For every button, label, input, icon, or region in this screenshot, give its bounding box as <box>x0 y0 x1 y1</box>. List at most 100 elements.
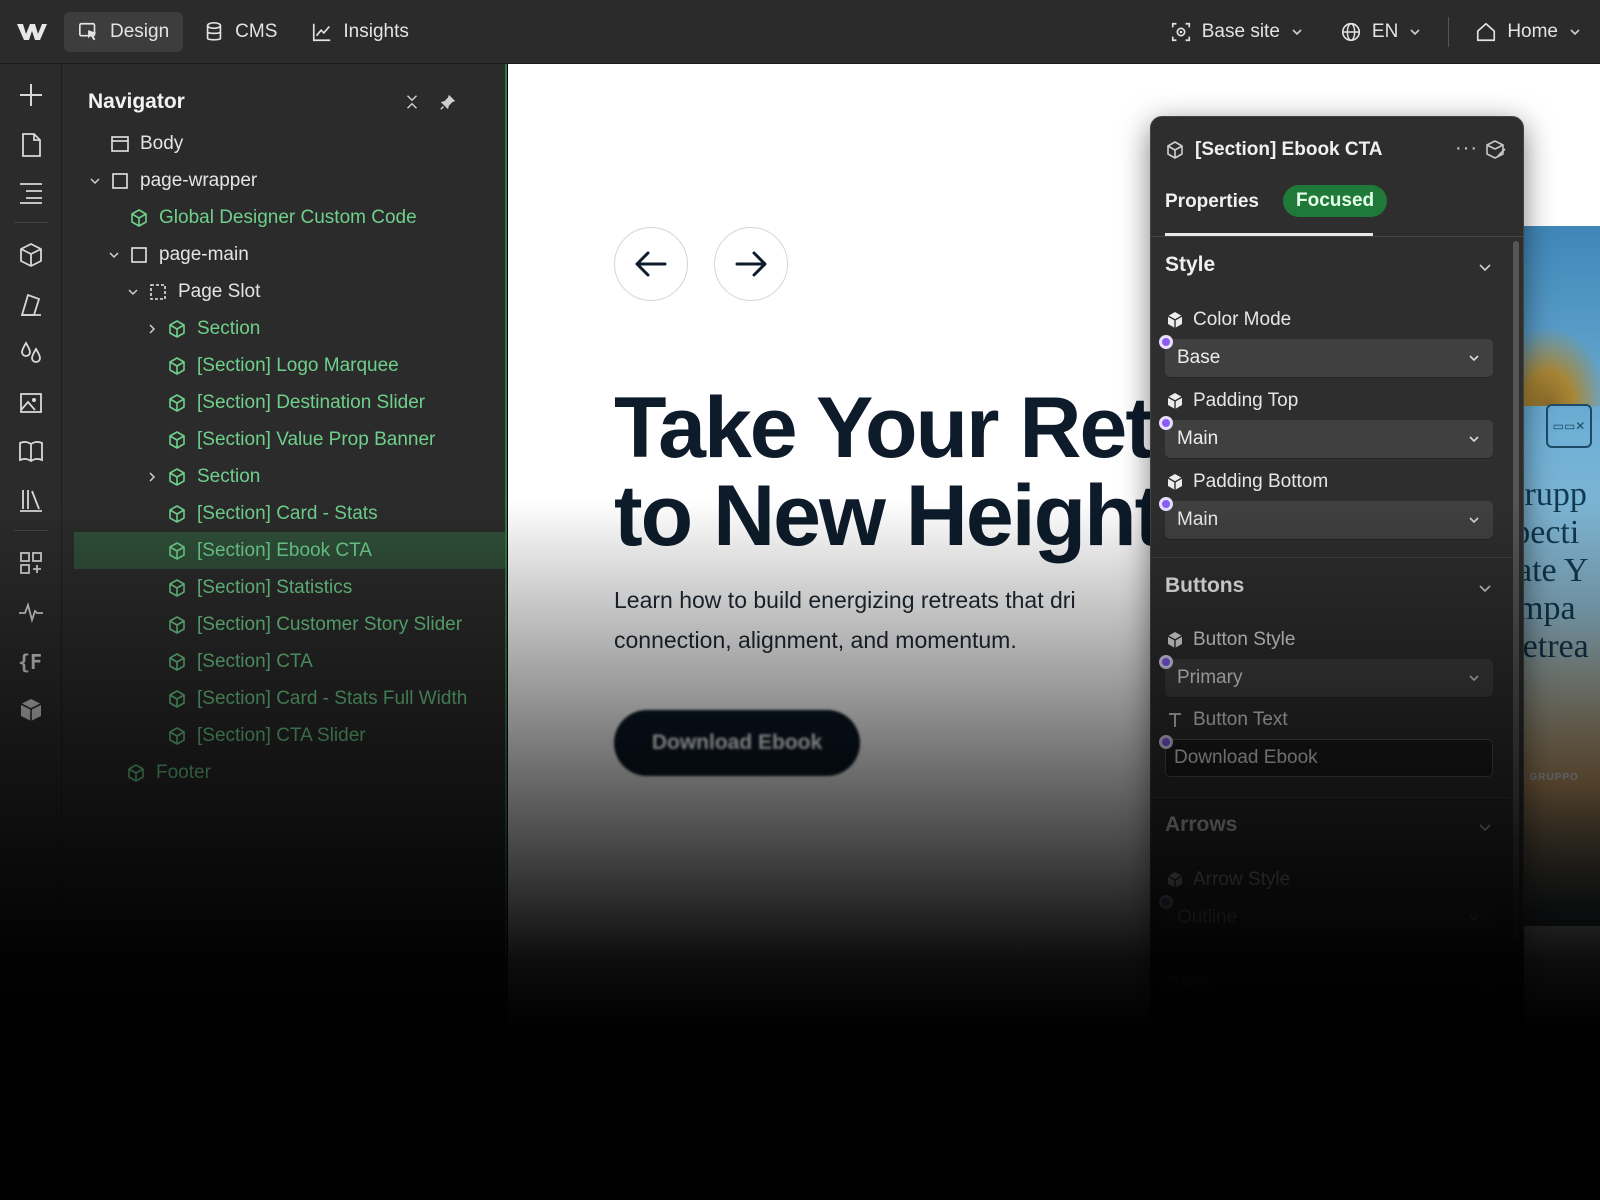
section-buttons-title[interactable]: Buttons <box>1165 574 1244 598</box>
top-right-controls: Base site EN Home <box>1152 0 1600 64</box>
properties-tabs: Properties Focused <box>1151 185 1523 237</box>
div-block-icon <box>129 245 149 265</box>
caret-right-icon[interactable] <box>145 470 159 484</box>
component-icon <box>167 578 187 598</box>
navigator-item[interactable]: [Section] Card - Stats Full Width <box>74 680 505 717</box>
properties-panel: [Section] Ebook CTA ··· Properties Focus… <box>1150 116 1524 1076</box>
tab-design[interactable]: Design <box>64 11 184 52</box>
navigator-item[interactable]: Body <box>74 125 505 162</box>
apps-icon[interactable] <box>16 548 46 578</box>
base-site-dropdown[interactable]: Base site <box>1152 0 1322 64</box>
caret-spacer <box>104 766 118 780</box>
chevron-down-icon[interactable] <box>1477 819 1493 835</box>
navigator-item[interactable]: Global Designer Custom Code <box>74 199 505 236</box>
download-ebook-button[interactable]: Download Ebook <box>614 710 860 776</box>
navigator-item[interactable]: Footer <box>74 754 505 791</box>
tab-cms[interactable]: CMS <box>189 12 291 52</box>
chevron-down-icon <box>1410 29 1420 36</box>
button-text-input[interactable]: Download Ebook <box>1165 739 1493 777</box>
database-icon <box>206 21 222 41</box>
page-dropdown[interactable]: Home <box>1457 0 1600 64</box>
navigator-item-label: Footer <box>156 761 211 783</box>
navigator-item[interactable]: Section <box>74 310 505 347</box>
section-cms-title[interactable]: CMS <box>1165 972 1212 996</box>
chevron-down-icon[interactable] <box>1477 259 1493 275</box>
binding-dot-icon[interactable] <box>1159 735 1173 749</box>
navigator-item[interactable]: Section <box>74 458 505 495</box>
custom-code-icon[interactable]: {F <box>16 646 46 676</box>
binding-dot-icon[interactable] <box>1159 416 1173 430</box>
caret-spacer <box>145 433 159 447</box>
component-prop-icon <box>1167 632 1183 648</box>
filters-label[interactable]: Filters <box>1165 1028 1245 1050</box>
add-icon[interactable] <box>16 80 46 110</box>
pin-icon[interactable] <box>436 90 460 114</box>
cms-book-icon[interactable] <box>16 436 46 466</box>
navigator-item[interactable]: [Section] Logo Marquee <box>74 347 505 384</box>
color-mode-select[interactable]: Base <box>1165 339 1493 377</box>
section-style-title[interactable]: Style <box>1165 253 1215 277</box>
binding-dot-icon[interactable] <box>1159 895 1173 909</box>
navigator-item[interactable]: [Section] Destination Slider <box>74 384 505 421</box>
tab-underline <box>1165 233 1373 236</box>
chevron-down-icon[interactable] <box>1477 978 1493 994</box>
navigator-item[interactable]: [Section] Card - Stats <box>74 495 505 532</box>
tab-insights[interactable]: Insights <box>297 12 422 52</box>
assets-icon[interactable] <box>16 387 46 417</box>
navigator-item[interactable]: Page Slot <box>74 273 505 310</box>
caret-right-icon[interactable] <box>145 322 159 336</box>
collapse-all-icon[interactable] <box>400 90 424 114</box>
arrow-left-icon <box>635 251 667 277</box>
navigator-item[interactable]: page-main <box>74 236 505 273</box>
caret-down-icon[interactable] <box>107 248 121 262</box>
navigator-item[interactable]: [Section] Ebook CTA <box>74 532 505 569</box>
top-nav: Design CMS Insights <box>64 0 423 64</box>
caret-down-icon[interactable] <box>126 285 140 299</box>
caret-spacer <box>145 692 159 706</box>
caret-down-icon[interactable] <box>88 174 102 188</box>
tab-properties[interactable]: Properties <box>1165 191 1259 213</box>
padding-bottom-select[interactable]: Main <box>1165 501 1493 539</box>
edit-component-icon[interactable] <box>1483 138 1507 162</box>
language-dropdown[interactable]: EN <box>1322 0 1440 64</box>
component-icon <box>1167 141 1183 159</box>
webflow-logo[interactable] <box>0 0 64 64</box>
section-arrows-title[interactable]: Arrows <box>1165 813 1237 837</box>
binding-dot-icon[interactable] <box>1159 655 1173 669</box>
binding-dot-icon[interactable] <box>1159 497 1173 511</box>
navigator-item[interactable]: page-wrapper <box>74 162 505 199</box>
home-icon <box>1477 22 1496 42</box>
navigator-icon[interactable] <box>16 177 46 207</box>
more-options-icon[interactable]: ··· <box>1455 137 1478 160</box>
navigator-item-label: [Section] Logo Marquee <box>197 354 399 376</box>
audit-icon[interactable] <box>16 597 46 627</box>
library-icon[interactable] <box>16 485 46 515</box>
styles-icon[interactable] <box>16 289 46 319</box>
components-icon[interactable] <box>16 240 46 270</box>
navigator-item[interactable]: [Section] Customer Story Slider <box>74 606 505 643</box>
component-icon <box>167 726 187 746</box>
binding-dot-icon[interactable] <box>1159 335 1173 349</box>
navigator-item-label: [Section] Customer Story Slider <box>197 613 463 635</box>
navigator-item-label: Section <box>197 317 261 339</box>
chevron-down-icon[interactable] <box>1477 580 1493 596</box>
properties-title: [Section] Ebook CTA <box>1195 139 1383 160</box>
cube-icon[interactable] <box>16 695 46 725</box>
button-style-select[interactable]: Primary <box>1165 659 1493 697</box>
arrow-style-select[interactable]: Outline <box>1165 899 1493 937</box>
pages-icon[interactable] <box>16 130 46 160</box>
navigator-item[interactable]: [Section] Value Prop Banner <box>74 421 505 458</box>
properties-scrollbar[interactable] <box>1513 241 1519 941</box>
caret-spacer <box>145 729 159 743</box>
padding-top-value: Main <box>1177 428 1219 449</box>
variables-icon[interactable] <box>16 338 46 368</box>
slider-prev-button[interactable] <box>614 227 688 301</box>
top-divider <box>1448 17 1450 47</box>
slider-next-button[interactable] <box>714 227 788 301</box>
padding-top-select[interactable]: Main <box>1165 420 1493 458</box>
caret-spacer <box>88 137 102 151</box>
navigator-item[interactable]: [Section] CTA <box>74 643 505 680</box>
navigator-item[interactable]: [Section] CTA Slider <box>74 717 505 754</box>
navigator-item[interactable]: [Section] Statistics <box>74 569 505 606</box>
component-icon <box>129 208 149 228</box>
